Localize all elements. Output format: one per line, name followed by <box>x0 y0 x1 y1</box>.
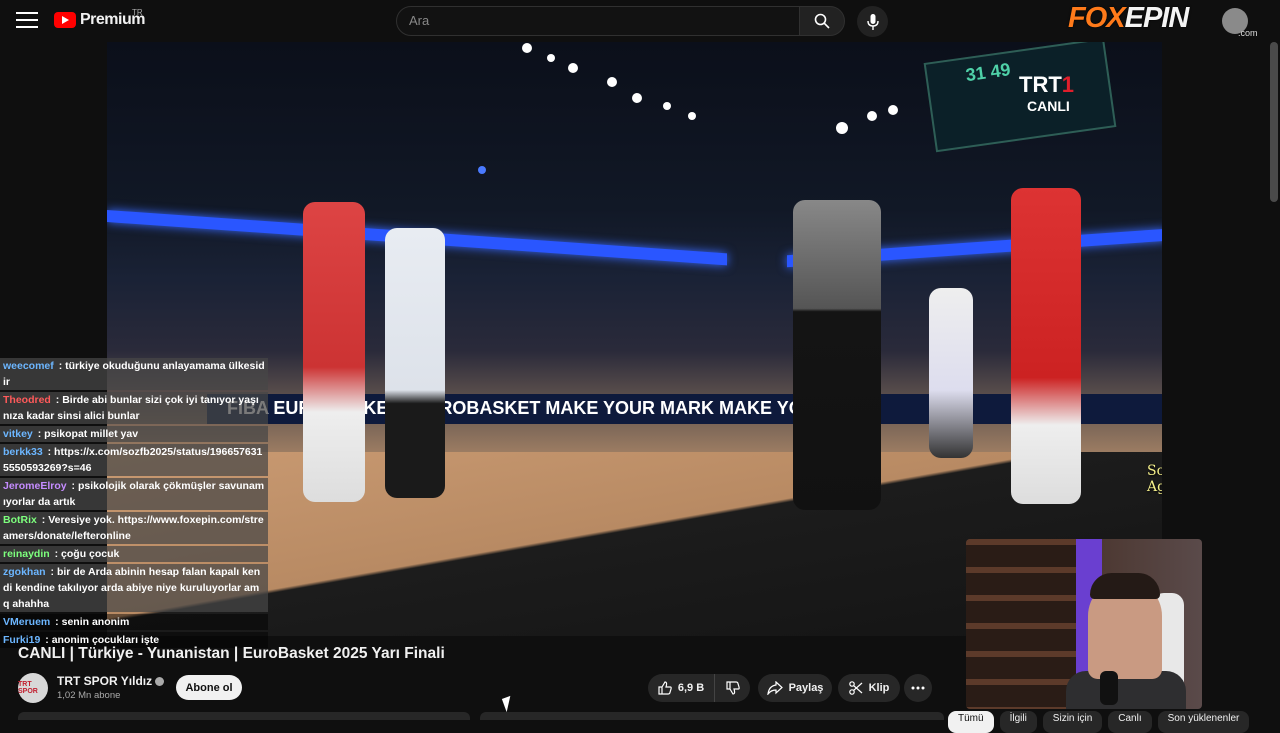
last-subscriber-overlay: Son abone: AgresifBalon <box>1147 463 1162 495</box>
chat-message: Theodred : Birde abi bunlar sizi çok iyi… <box>0 392 268 424</box>
like-button[interactable]: 6,9 B <box>648 674 714 702</box>
clip-label: Klip <box>868 682 890 694</box>
chip-recent[interactable]: Son yüklenenler <box>1157 711 1250 733</box>
chat-user: vitkey <box>3 428 33 440</box>
youtube-play-icon <box>54 12 76 28</box>
chat-text: psikopat millet yav <box>44 428 139 440</box>
chat-user: reinaydin <box>3 548 50 560</box>
thumbs-up-icon <box>658 681 672 695</box>
more-horizontal-icon <box>911 686 925 690</box>
chat-message: BotRix : Veresiye yok. https://www.foxep… <box>0 512 268 544</box>
more-actions-button[interactable] <box>904 674 932 702</box>
broadcaster-logo: TRT1 <box>1019 72 1075 97</box>
chat-message: reinaydin : çoğu çocuk <box>0 546 268 562</box>
channel-avatar[interactable]: TRT SPOR <box>18 673 48 703</box>
bookshelf <box>966 539 1076 709</box>
search-button[interactable] <box>799 6 845 36</box>
chat-user: JeromeElroy <box>3 480 67 492</box>
player-turkey-6 <box>1011 188 1081 504</box>
voice-search-button[interactable] <box>857 6 888 37</box>
chat-message: zgokhan : bir de Arda abinin hesap falan… <box>0 564 268 612</box>
chat-text: senin anonim <box>61 616 130 628</box>
search-box <box>396 6 800 36</box>
player-turkey-24 <box>303 202 365 502</box>
share-icon <box>766 681 783 695</box>
related-filter-chips: Tümü İlgili Sizin için Canlı Son yüklene… <box>948 711 1250 733</box>
chip-for-you[interactable]: Sizin için <box>1042 711 1103 733</box>
microphone-icon <box>866 13 879 30</box>
foxepin-domain: .com <box>1238 28 1258 38</box>
chip-all[interactable]: Tümü <box>948 711 994 733</box>
top-bar: Premium TR FOXEPIN .com <box>0 0 1280 42</box>
chat-user: zgokhan <box>3 566 46 578</box>
scoreboard-score: 31 49 <box>964 59 1012 86</box>
scissors-icon <box>848 681 863 695</box>
share-button[interactable]: Paylaş <box>758 674 832 702</box>
share-label: Paylaş <box>788 682 824 694</box>
streamer-microphone <box>1100 671 1118 705</box>
chat-message: vitkey : psikopat millet yav <box>0 426 268 442</box>
comments-box[interactable] <box>480 712 944 720</box>
chat-user: Theodred <box>3 394 51 406</box>
chat-user: berkk33 <box>3 446 43 458</box>
search-input[interactable] <box>397 7 799 34</box>
search-icon <box>814 13 830 29</box>
chat-user: weecomef <box>3 360 54 372</box>
page-scrollbar[interactable] <box>1270 42 1278 202</box>
youtube-premium-logo[interactable]: Premium TR <box>54 8 145 29</box>
chat-text: çoğu çocuk <box>61 548 120 560</box>
thumbs-down-icon <box>725 681 740 695</box>
like-count: 6,9 B <box>677 682 705 694</box>
verified-icon <box>155 677 165 687</box>
chat-message: berkk33 : https://x.com/sozfb2025/status… <box>0 444 268 476</box>
foxepin-logo: FOXEPIN <box>1068 2 1189 34</box>
mouse-cursor <box>501 695 516 713</box>
chip-live[interactable]: Canlı <box>1108 711 1152 733</box>
player-greece-16 <box>929 288 973 458</box>
live-badge: CANLI <box>1027 98 1070 114</box>
region-label: TR <box>132 8 143 17</box>
channel-name[interactable]: TRT SPOR Yıldız <box>57 674 165 688</box>
video-title: CANLI | Türkiye - Yunanistan | EuroBaske… <box>18 645 445 662</box>
dislike-button[interactable] <box>714 674 750 702</box>
chat-text: Veresiye yok. https://www.foxepin.com/st… <box>3 514 264 542</box>
player-greece-43 <box>385 228 445 498</box>
referee <box>793 200 881 510</box>
chat-overlay: weecomef : türkiye okuduğunu anlayamama … <box>0 358 268 650</box>
chat-message: JeromeElroy : psikolojik olarak çökmüşle… <box>0 478 268 510</box>
streamer-hair <box>1090 573 1160 599</box>
menu-icon[interactable] <box>16 12 38 30</box>
chip-related[interactable]: İlgili <box>999 711 1037 733</box>
subscriber-count: 1,02 Mn abone <box>57 690 121 701</box>
chat-user: VMeruem <box>3 616 51 628</box>
clip-button[interactable]: Klip <box>838 674 900 702</box>
streamer-webcam <box>966 539 1202 709</box>
description-box[interactable] <box>18 712 470 720</box>
chat-message: weecomef : türkiye okuduğunu anlayamama … <box>0 358 268 390</box>
chat-message: VMeruem : senin anonim <box>0 614 268 630</box>
subscribe-button[interactable]: Abone ol <box>176 675 242 700</box>
chat-user: BotRix <box>3 514 37 526</box>
